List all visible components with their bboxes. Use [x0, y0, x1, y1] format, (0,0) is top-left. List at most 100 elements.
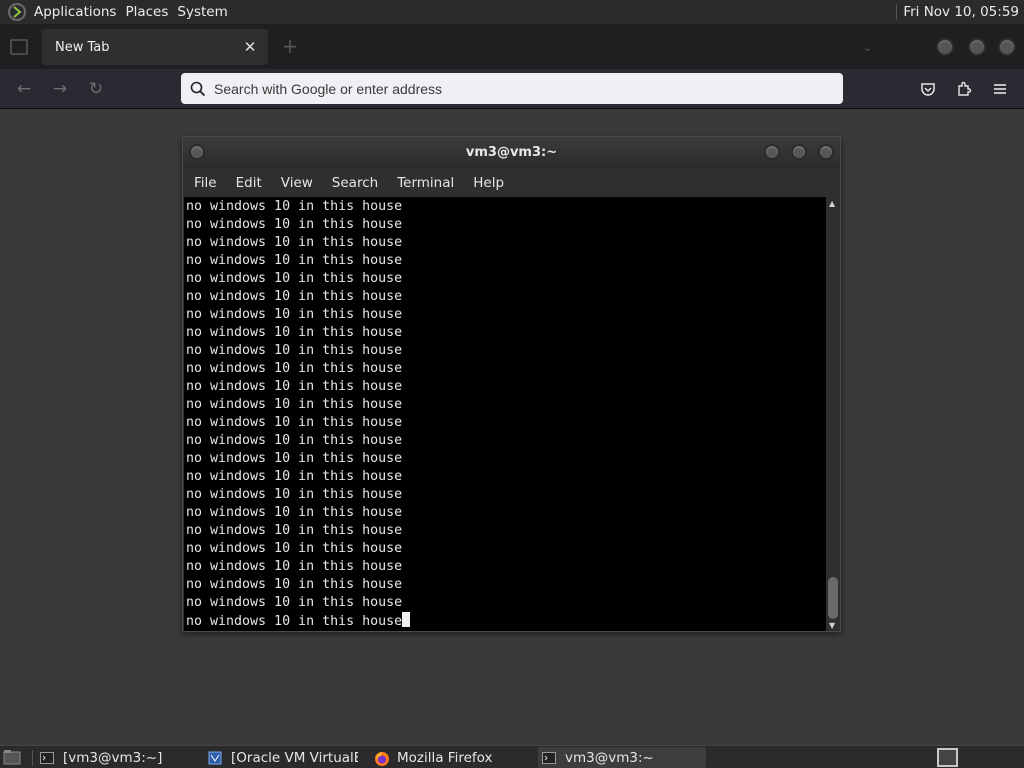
menu-system[interactable]: System — [177, 4, 236, 20]
firefox-view-icon[interactable] — [10, 39, 28, 55]
terminal-line: no windows 10 in this house — [184, 360, 826, 378]
terminal-line-text: no windows 10 in this house — [186, 595, 403, 610]
terminal-line-text: no windows 10 in this house — [186, 469, 403, 484]
terminal-line: no windows 10 in this house — [184, 414, 826, 432]
terminal-line: no windows 10 in this house — [184, 378, 826, 396]
terminal-line-text: no windows 10 in this house — [186, 433, 403, 448]
terminal-line: no windows 10 in this house — [184, 306, 826, 324]
terminal-line-text: no windows 10 in this house — [186, 487, 403, 502]
terminal-line: no windows 10 in this house — [184, 216, 826, 234]
mate-logo-icon[interactable] — [6, 1, 28, 23]
menu-search[interactable]: Search — [332, 175, 378, 191]
terminal-line-text: no windows 10 in this house — [186, 397, 403, 412]
virtualbox-icon — [208, 751, 222, 765]
terminal-line: no windows 10 in this house — [184, 612, 826, 630]
scrollbar-thumb[interactable] — [828, 577, 838, 619]
terminal-line: no windows 10 in this house — [184, 504, 826, 522]
menu-places[interactable]: Places — [125, 4, 177, 20]
hamburger-menu-icon[interactable] — [990, 79, 1010, 99]
terminal-maximize-button[interactable] — [791, 144, 807, 160]
menu-file[interactable]: File — [194, 175, 217, 191]
terminal-line-text: no windows 10 in this house — [186, 307, 403, 322]
search-input[interactable] — [214, 80, 814, 97]
bottom-taskbar: [vm3@vm3:~] [Oracle VM VirtualBo Mozilla… — [0, 745, 1024, 768]
terminal-line-text: no windows 10 in this house — [186, 541, 403, 556]
task-label: [Oracle VM VirtualBo — [231, 749, 358, 766]
terminal-line-text: no windows 10 in this house — [186, 505, 403, 520]
terminal-line: no windows 10 in this house — [184, 468, 826, 486]
terminal-titlebar[interactable]: vm3@vm3:~ — [183, 137, 840, 168]
terminal-line: no windows 10 in this house — [184, 252, 826, 270]
terminal-line-text: no windows 10 in this house — [186, 289, 403, 304]
task-terminal-2[interactable]: vm3@vm3:~ — [538, 747, 706, 768]
terminal-line-text: no windows 10 in this house — [186, 415, 403, 430]
terminal-line: no windows 10 in this house — [184, 324, 826, 342]
url-bar[interactable] — [181, 73, 843, 104]
terminal-line: no windows 10 in this house — [184, 270, 826, 288]
terminal-line: no windows 10 in this house — [184, 342, 826, 360]
menu-help[interactable]: Help — [473, 175, 504, 191]
back-arrow-icon[interactable]: ← — [14, 79, 34, 99]
terminal-line: no windows 10 in this house — [184, 288, 826, 306]
terminal-cursor — [402, 612, 411, 627]
terminal-icon — [542, 751, 556, 765]
terminal-line-text: no windows 10 in this house — [186, 451, 403, 466]
menu-applications[interactable]: Applications — [34, 4, 125, 20]
terminal-screen[interactable]: no windows 10 in this house no windows 10… — [184, 197, 826, 631]
terminal-close-button[interactable] — [818, 144, 834, 160]
terminal-line-text: no windows 10 in this house — [186, 217, 403, 232]
show-desktop-icon[interactable] — [3, 749, 21, 765]
terminal-line-text: no windows 10 in this house — [186, 361, 403, 376]
task-firefox[interactable]: Mozilla Firefox — [370, 747, 530, 768]
terminal-line-text: no windows 10 in this house — [186, 614, 403, 629]
task-label: vm3@vm3:~ — [565, 749, 654, 766]
scroll-up-arrow-icon[interactable]: ▲ — [829, 199, 835, 208]
workspace-switcher[interactable] — [937, 748, 958, 767]
scroll-down-arrow-icon[interactable]: ▼ — [829, 621, 835, 630]
minimize-button[interactable] — [936, 38, 954, 56]
menu-terminal[interactable]: Terminal — [397, 175, 454, 191]
search-icon — [190, 81, 206, 97]
clock[interactable]: Fri Nov 10, 05:59 — [903, 4, 1019, 20]
firefox-icon — [374, 751, 389, 766]
taskbar-separator — [32, 750, 33, 766]
terminal-line: no windows 10 in this house — [184, 396, 826, 414]
forward-arrow-icon[interactable]: → — [50, 79, 70, 99]
terminal-menubar: File Edit View Search Terminal Help — [183, 168, 840, 197]
terminal-line: no windows 10 in this house — [184, 576, 826, 594]
terminal-window: vm3@vm3:~ File Edit View Search Terminal… — [182, 136, 841, 632]
terminal-line: no windows 10 in this house — [184, 486, 826, 504]
terminal-scrollbar[interactable]: ▲ ▼ — [826, 197, 840, 631]
menu-view[interactable]: View — [281, 175, 313, 191]
terminal-minimize-button[interactable] — [764, 144, 780, 160]
terminal-line-text: no windows 10 in this house — [186, 253, 403, 268]
pocket-icon[interactable] — [918, 79, 938, 99]
terminal-line-text: no windows 10 in this house — [186, 379, 403, 394]
task-terminal-1[interactable]: [vm3@vm3:~] — [36, 747, 196, 768]
terminal-line: no windows 10 in this house — [184, 522, 826, 540]
maximize-button[interactable] — [968, 38, 986, 56]
terminal-title: vm3@vm3:~ — [465, 145, 558, 160]
terminal-line-text: no windows 10 in this house — [186, 235, 403, 250]
task-label: Mozilla Firefox — [397, 749, 493, 766]
terminal-line: no windows 10 in this house — [184, 432, 826, 450]
terminal-icon — [40, 751, 54, 765]
chevron-down-icon[interactable]: ⌄ — [863, 41, 879, 54]
terminal-line-text: no windows 10 in this house — [186, 343, 403, 358]
top-panel: Applications Places System Fri Nov 10, 0… — [0, 0, 1024, 25]
tab-new-tab[interactable]: New Tab ✕ — [42, 29, 268, 65]
close-icon[interactable]: ✕ — [241, 38, 259, 56]
close-window-button[interactable] — [998, 38, 1016, 56]
terminal-line: no windows 10 in this house — [184, 540, 826, 558]
terminal-line: no windows 10 in this house — [184, 594, 826, 612]
menu-edit[interactable]: Edit — [236, 175, 262, 191]
terminal-line-text: no windows 10 in this house — [186, 523, 403, 538]
extensions-icon[interactable] — [954, 79, 974, 99]
reload-icon[interactable]: ↻ — [86, 79, 106, 99]
tab-title: New Tab — [55, 39, 110, 55]
terminal-line-text: no windows 10 in this house — [186, 325, 403, 340]
task-virtualbox[interactable]: [Oracle VM VirtualBo — [204, 747, 358, 768]
new-tab-button[interactable]: + — [280, 36, 300, 57]
panel-separator — [896, 4, 898, 20]
browser-nav-bar: ← → ↻ — [0, 69, 1024, 109]
